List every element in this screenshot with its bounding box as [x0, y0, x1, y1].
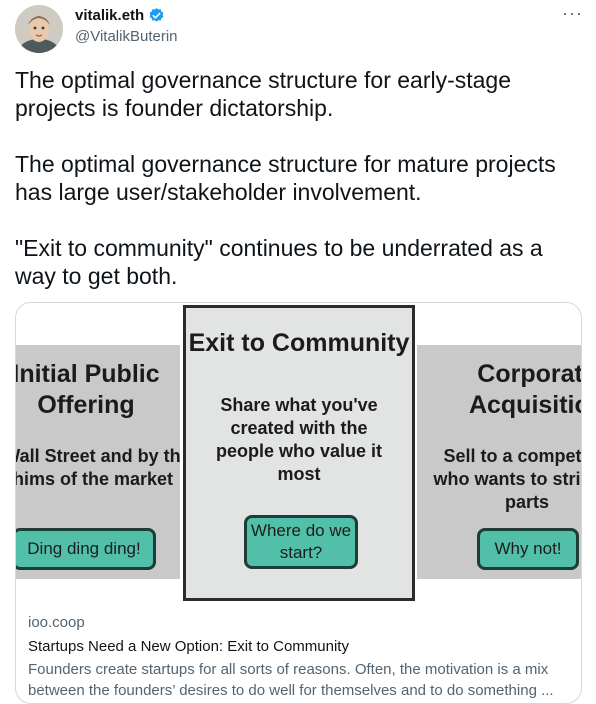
author-handle[interactable]: @VitalikButerin — [75, 28, 178, 45]
panel-ipo-button: Ding ding ding! — [16, 528, 156, 570]
card-domain: ioo.coop — [28, 614, 85, 631]
card-title: Startups Need a New Option: Exit to Comm… — [28, 638, 349, 655]
panel-center-title: Exit to Community — [188, 329, 410, 357]
tweet-header: vitalik.eth @VitalikButerin ··· — [15, 3, 585, 53]
panel-acquisition-desc: Sell to a competitor who wants to strip … — [433, 446, 582, 512]
panel-ipo: Initial Public Offering to Wall Street a… — [16, 345, 180, 579]
card-description: Founders create startups for all sorts o… — [28, 661, 554, 699]
panel-center-desc: Share what you've created with the peopl… — [215, 395, 383, 484]
tweet-paragraph: "Exit to community" continues to be unde… — [15, 235, 543, 289]
avatar-image — [15, 5, 63, 53]
card-image: Initial Public Offering to Wall Street a… — [16, 303, 581, 607]
panel-exit-to-community: Exit to Community Share what you've crea… — [183, 305, 415, 601]
panel-acquisition-title: Corporate Acquisition — [468, 360, 581, 419]
panel-acquisition: Corporate Acquisition Sell to a competit… — [417, 345, 581, 579]
link-preview-card[interactable]: Initial Public Offering to Wall Street a… — [15, 302, 582, 704]
panel-center-button: Where do we start? — [244, 515, 358, 569]
panel-ipo-desc: to Wall Street and by the whims of the m… — [16, 446, 180, 489]
author-name[interactable]: vitalik.eth — [75, 7, 144, 24]
author-name-line[interactable]: vitalik.eth — [75, 7, 165, 24]
avatar[interactable] — [15, 5, 63, 53]
panel-acquisition-button: Why not! — [477, 528, 579, 570]
panel-ipo-title: Initial Public Offering — [16, 360, 160, 419]
more-options-icon[interactable]: ··· — [562, 3, 583, 24]
tweet-paragraph: The optimal governance structure for ear… — [15, 67, 512, 121]
verified-badge-icon — [149, 8, 164, 22]
tweet-text: The optimal governance structure for ear… — [15, 66, 575, 318]
tweet-paragraph: The optimal governance structure for mat… — [15, 151, 556, 205]
